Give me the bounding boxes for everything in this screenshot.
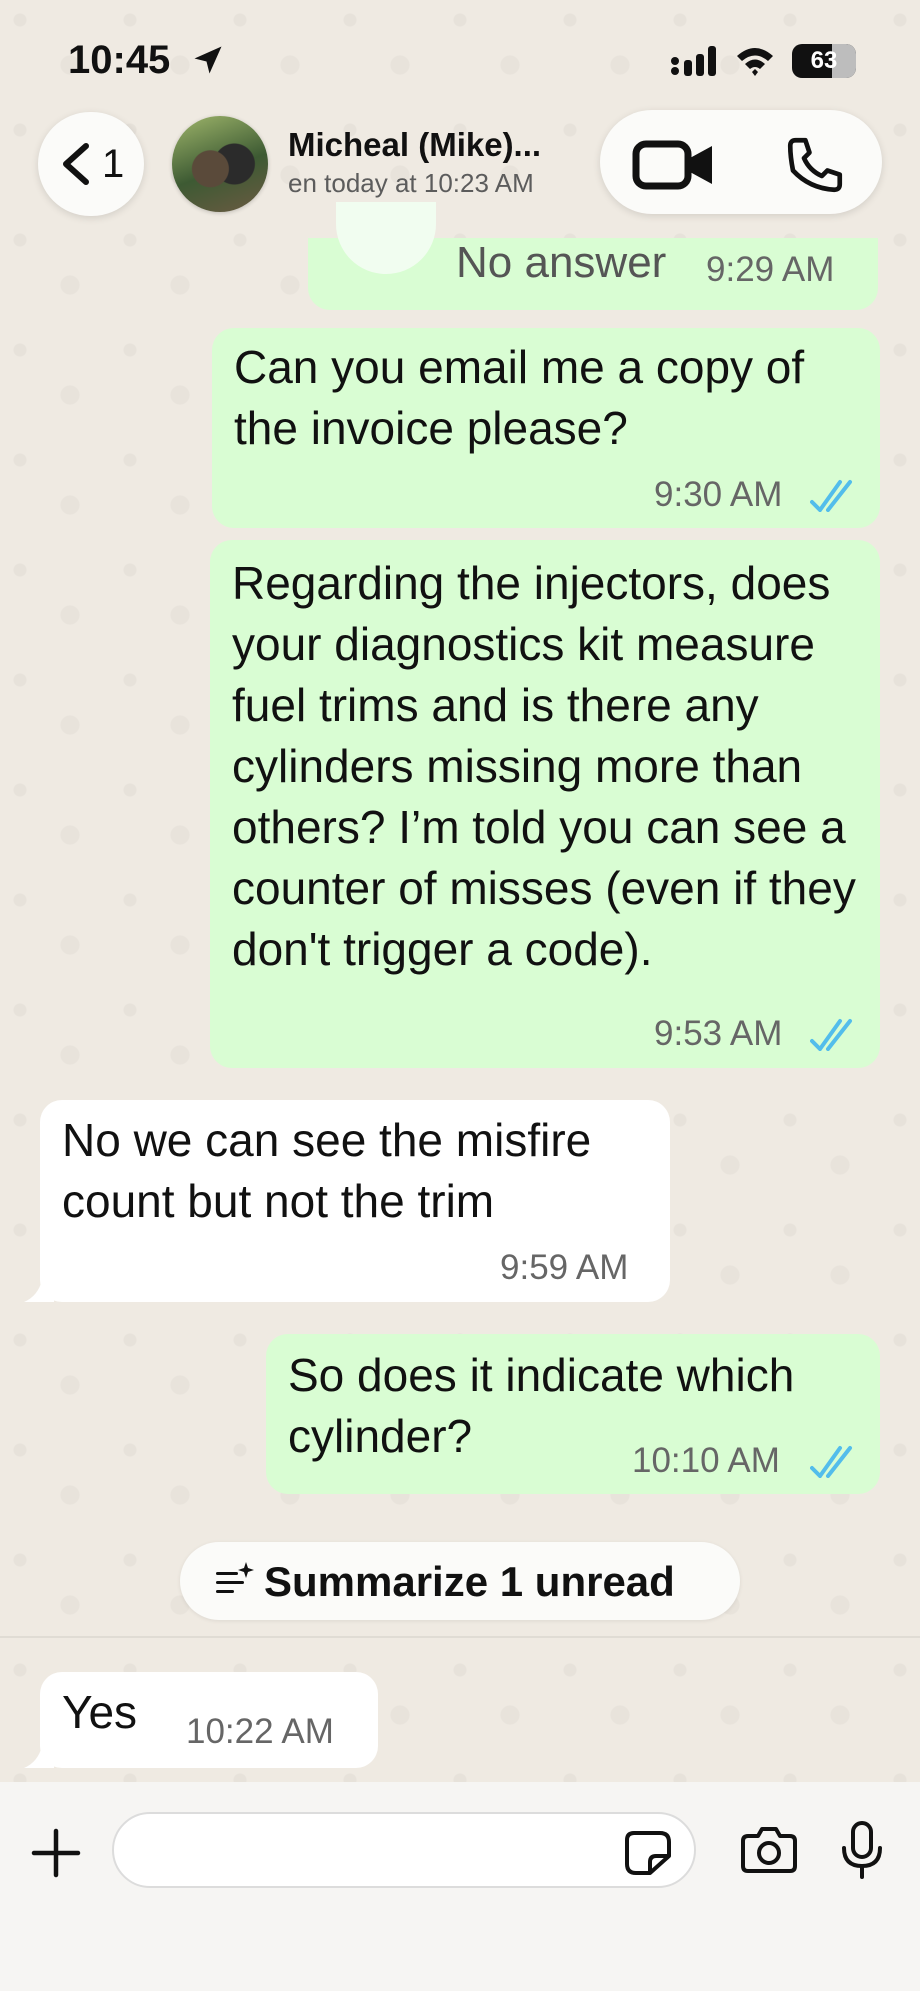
message-text: No answer (456, 238, 667, 287)
microphone-icon[interactable] (838, 1820, 886, 1880)
contact-name[interactable]: Micheal (Mike)... (288, 126, 578, 164)
read-ticks-icon (810, 480, 852, 512)
bubble-tail (24, 1280, 54, 1302)
unread-chats-count: 1 (102, 142, 125, 186)
sticker-icon[interactable] (624, 1830, 672, 1876)
message-text: Regarding the injectors, does your diagn… (232, 557, 856, 975)
bubble-tail (24, 1746, 54, 1768)
message-bubble-outgoing[interactable]: Can you email me a copy of the invoice p… (212, 328, 880, 528)
message-time: 9:30 AM (654, 475, 783, 514)
summarize-unread-button[interactable]: Summarize 1 unread (180, 1542, 740, 1620)
battery-indicator: 63 (792, 44, 856, 78)
status-time: 10:45 (68, 38, 171, 82)
read-ticks-icon (810, 1446, 852, 1478)
message-time: 10:10 AM (632, 1441, 780, 1480)
status-bar: 10:45 63 (0, 0, 920, 110)
summarize-sparkle-icon (216, 1562, 254, 1593)
cellular-signal-icon (671, 46, 716, 76)
read-ticks-icon (810, 1019, 852, 1051)
summarize-label: Summarize 1 unread (264, 1558, 675, 1605)
unread-divider (0, 1636, 920, 1638)
message-input[interactable] (112, 1812, 696, 1888)
chat-header: 1 Micheal (Mike)... en today at 10:23 AM (0, 108, 920, 238)
message-bubble-outgoing[interactable]: Regarding the injectors, does your diagn… (210, 540, 880, 1068)
chevron-left-icon (63, 143, 89, 185)
message-time: 9:59 AM (500, 1248, 629, 1287)
plus-icon[interactable] (30, 1827, 82, 1879)
call-actions (600, 110, 882, 214)
message-bubble-outgoing[interactable]: So does it indicate which cylinder? 10:1… (266, 1334, 880, 1494)
call-icon-circle (336, 202, 436, 274)
wifi-icon (737, 48, 773, 76)
battery-percent: 63 (810, 47, 838, 74)
avatar[interactable] (172, 116, 268, 212)
composer-bar (0, 1782, 920, 1991)
location-arrow-icon (194, 46, 222, 74)
message-bubble-incoming[interactable]: Yes 10:22 AM (40, 1672, 378, 1768)
call-message-bubble[interactable]: No answer 9:29 AM (308, 202, 878, 310)
last-seen-status: en today at 10:23 AM (288, 168, 534, 198)
message-text: No we can see the misfire count but not … (62, 1114, 592, 1227)
message-time: 9:29 AM (706, 250, 835, 289)
video-call-icon[interactable] (632, 140, 716, 190)
message-text: So does it indicate which cylinder? (288, 1349, 795, 1462)
camera-icon[interactable] (740, 1826, 798, 1874)
back-button[interactable]: 1 (38, 112, 144, 216)
phone-call-icon[interactable] (782, 132, 848, 198)
message-bubble-incoming[interactable]: No we can see the misfire count but not … (40, 1100, 670, 1302)
message-text: Yes (62, 1686, 138, 1738)
message-text: Can you email me a copy of the invoice p… (234, 341, 805, 454)
message-time: 10:22 AM (186, 1712, 334, 1751)
message-time: 9:53 AM (654, 1014, 783, 1053)
